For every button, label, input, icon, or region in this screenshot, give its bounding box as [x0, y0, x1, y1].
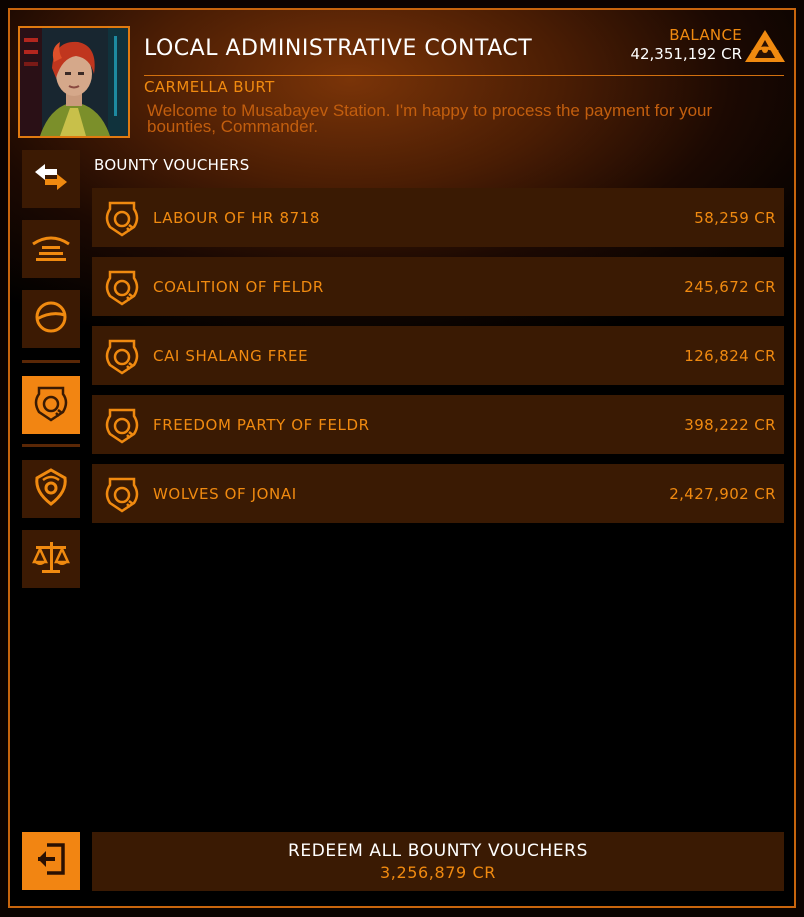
bounty-voucher-icon — [102, 198, 142, 238]
orbit-icon — [31, 297, 71, 341]
title-divider — [144, 75, 784, 76]
voucher-faction: CAI SHALANG FREE — [153, 346, 309, 365]
bounty-voucher-icon — [31, 382, 71, 428]
hangar-bay-icon — [29, 230, 73, 268]
tab-shield-badge[interactable] — [22, 460, 80, 518]
voucher-amount: 126,824 CR — [684, 346, 776, 365]
shield-badge-icon — [31, 466, 71, 512]
exit-button[interactable] — [22, 832, 80, 890]
voucher-list: LABOUR OF HR 8718 58,259 CR COALITION OF… — [92, 188, 784, 533]
npc-message: Welcome to Musabayev Station. I'm happy … — [147, 101, 713, 136]
triangle-faction-icon — [744, 28, 786, 64]
voucher-faction: COALITION OF FELDR — [153, 277, 324, 296]
scales-icon — [30, 538, 72, 580]
voucher-faction: FREEDOM PARTY OF FELDR — [153, 415, 370, 434]
npc-name: CARMELLA BURT — [144, 78, 275, 96]
page-title: LOCAL ADMINISTRATIVE CONTACT — [144, 36, 533, 61]
voucher-row[interactable]: CAI SHALANG FREE 126,824 CR — [92, 326, 784, 385]
voucher-row[interactable]: COALITION OF FELDR 245,672 CR — [92, 257, 784, 316]
npc-portrait — [18, 26, 130, 138]
redeem-label: REDEEM ALL BOUNTY VOUCHERS — [287, 841, 588, 861]
voucher-row[interactable]: FREEDOM PARTY OF FELDR 398,222 CR — [92, 395, 784, 454]
voucher-amount: 2,427,902 CR — [669, 484, 776, 503]
voucher-row[interactable]: WOLVES OF JONAI 2,427,902 CR — [92, 464, 784, 523]
balance-label: BALANCE — [669, 26, 742, 44]
tab-transfer[interactable] — [22, 150, 80, 208]
tab-scales[interactable] — [22, 530, 80, 588]
section-label: BOUNTY VOUCHERS — [94, 156, 250, 174]
tab-bounty-vouchers[interactable] — [22, 376, 80, 434]
sidebar-divider — [22, 444, 80, 447]
bounty-voucher-icon — [102, 474, 142, 514]
balance-value: 42,351,192 CR — [630, 45, 742, 63]
voucher-amount: 245,672 CR — [684, 277, 776, 296]
sidebar-divider — [22, 360, 80, 363]
bounty-voucher-icon — [102, 405, 142, 445]
voucher-faction: WOLVES OF JONAI — [153, 484, 297, 503]
bounty-voucher-icon — [102, 336, 142, 376]
bounty-voucher-icon — [102, 267, 142, 307]
contact-panel: LOCAL ADMINISTRATIVE CONTACT CARMELLA BU… — [8, 8, 796, 908]
redeem-total: 3,256,879 CR — [379, 863, 496, 882]
tab-orbit[interactable] — [22, 290, 80, 348]
voucher-amount: 58,259 CR — [694, 208, 776, 227]
exit-icon — [35, 841, 67, 881]
voucher-faction: LABOUR OF HR 8718 — [153, 208, 321, 227]
tab-hangar[interactable] — [22, 220, 80, 278]
voucher-row[interactable]: LABOUR OF HR 8718 58,259 CR — [92, 188, 784, 247]
redeem-all-button[interactable]: REDEEM ALL BOUNTY VOUCHERS 3,256,879 CR — [92, 832, 784, 891]
transfer-arrows-icon — [31, 160, 71, 198]
voucher-amount: 398,222 CR — [684, 415, 776, 434]
